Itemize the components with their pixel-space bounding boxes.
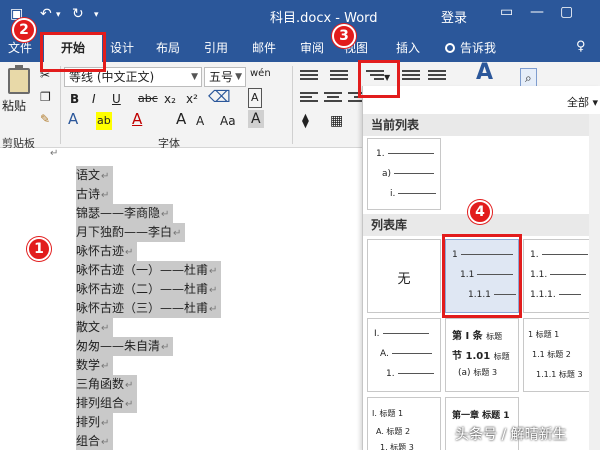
search-icon (445, 43, 455, 53)
undo-icon[interactable]: ↶ (40, 6, 52, 22)
title-bar: ▣ ↶ ▾ ↻ ▾ 科目.docx - Word 登录 ▭ — ▢ (0, 0, 600, 30)
styles-button[interactable]: A (476, 62, 493, 84)
tab-references[interactable]: 引用 (204, 39, 228, 56)
doc-line[interactable]: 排列↵ (76, 413, 114, 432)
list-none-tile[interactable]: 无 (367, 239, 441, 313)
annotation-badge-4: 4 (468, 200, 492, 224)
align-center-icon[interactable] (324, 92, 342, 106)
bullets-icon[interactable] (300, 70, 318, 84)
annotation-box-home-tab (40, 32, 106, 72)
list-heading-tile[interactable]: 1 标题 1 1.1 标题 2 1.1.1 标题 3 (523, 318, 597, 392)
copy-icon[interactable]: ❐ (40, 88, 51, 106)
doc-line[interactable]: 三角函数↵ (76, 375, 138, 394)
doc-line[interactable]: 语文↵ (76, 166, 114, 185)
maximize-icon[interactable]: ▢ (560, 4, 573, 20)
bold-button[interactable]: B (70, 90, 79, 108)
subscript-button[interactable]: x₂ (164, 90, 176, 108)
char-border-icon[interactable]: A (248, 88, 262, 108)
window-title: 科目.docx - Word (270, 11, 378, 26)
list-article-tile[interactable]: 第 I 条 标题 节 1.01 标题 (a) 标题 3 (445, 318, 519, 392)
annotation-badge-1: 1 (27, 237, 51, 261)
tab-design[interactable]: 设计 (110, 39, 134, 56)
divider (292, 66, 293, 144)
list-roman-tile[interactable]: I. A. 1. (367, 318, 441, 392)
redo-icon[interactable]: ↻ (72, 6, 84, 22)
undo-dropdown-icon[interactable]: ▾ (56, 10, 61, 20)
font-size-combo[interactable]: 五号 ▼ (204, 67, 246, 87)
doc-line[interactable]: 排列组合↵ (76, 394, 138, 413)
doc-line[interactable]: 散文↵ (76, 318, 114, 337)
find-icon[interactable]: ⌕ (520, 68, 537, 88)
underline-button[interactable]: U (112, 90, 121, 108)
text-effect-button[interactable]: A (68, 110, 78, 128)
doc-line[interactable]: 数学↵ (76, 356, 114, 375)
list-decimal-dot-tile[interactable]: 1. 1.1. 1.1.1. (523, 239, 597, 313)
doc-line[interactable]: 锦瑟——李商隐↵ (76, 204, 174, 223)
clipboard-icon (8, 65, 30, 94)
divider (60, 66, 61, 144)
customize-toolbar-icon[interactable]: ▾ (94, 10, 99, 20)
grow-font-button[interactable]: A (176, 110, 186, 128)
doc-line[interactable]: 组合↵ (76, 432, 114, 450)
doc-line[interactable]: 古诗↵ (76, 185, 114, 204)
annotation-box-list-tile (442, 234, 522, 318)
char-shading-button[interactable]: A (248, 110, 264, 128)
chevron-down-icon: ▼ (191, 72, 198, 82)
watermark: 头条号 / 解晴新生 (455, 427, 567, 443)
increase-indent-icon[interactable] (428, 70, 446, 84)
font-color-button[interactable]: A (132, 110, 142, 128)
phonetic-guide-button[interactable]: wén (250, 65, 271, 83)
panel-scrollbar[interactable] (589, 114, 600, 450)
doc-line[interactable]: 咏怀古迹（二）——杜甫↵ (76, 280, 222, 299)
list-heading-roman-tile[interactable]: I. 标题 1 A. 标题 2 1. 标题 3 (367, 397, 441, 450)
tab-review[interactable]: 审阅 (300, 39, 324, 56)
corner-mark: ↵ (50, 148, 59, 159)
tab-mailings[interactable]: 邮件 (252, 39, 276, 56)
ribbon-display-icon[interactable]: ▭ (500, 4, 513, 20)
doc-line[interactable]: 咏怀古迹↵ (76, 242, 138, 261)
annotation-box-multilevel-list (358, 60, 400, 98)
annotation-badge-3: 3 (332, 24, 356, 48)
numbering-icon[interactable] (330, 70, 348, 84)
annotation-badge-2: 2 (12, 18, 36, 42)
current-list-tile[interactable]: 1. a) i. (367, 138, 441, 210)
superscript-button[interactable]: x² (186, 90, 198, 108)
doc-line[interactable]: 匆匆——朱自清↵ (76, 337, 174, 356)
change-case-button[interactable]: Aa (220, 112, 236, 130)
italic-button[interactable]: I (92, 90, 96, 108)
highlight-button[interactable]: ab (96, 112, 112, 130)
doc-line[interactable]: 咏怀古迹（一）——杜甫↵ (76, 261, 222, 280)
clear-format-icon[interactable]: ⌫ (208, 88, 231, 106)
doc-line[interactable]: 咏怀古迹（三）——杜甫↵ (76, 299, 222, 318)
filter-dropdown[interactable]: 全部 ▾ (567, 94, 598, 110)
shading-icon[interactable]: ⧫ (302, 112, 309, 130)
tell-me-search[interactable]: 告诉我 (445, 39, 496, 56)
minimize-icon[interactable]: — (530, 4, 544, 20)
chevron-down-icon: ▼ (235, 72, 242, 82)
tab-insert[interactable]: 插入 (396, 39, 420, 56)
format-painter-icon[interactable]: ✎ (40, 110, 50, 128)
shrink-font-button[interactable]: A (196, 112, 204, 130)
current-list-header: 当前列表 (363, 114, 600, 136)
share-icon[interactable]: ♀ (576, 39, 586, 54)
login-button[interactable]: 登录 (441, 7, 467, 26)
paste-button[interactable]: 粘贴 (2, 65, 36, 114)
doc-line[interactable]: 月下独酌——李白↵ (76, 223, 186, 242)
tab-layout[interactable]: 布局 (156, 39, 180, 56)
align-left-icon[interactable] (300, 92, 318, 106)
decrease-indent-icon[interactable] (402, 70, 420, 84)
borders-icon[interactable]: ▦ (330, 112, 343, 130)
strikethrough-button[interactable]: abc (138, 90, 158, 108)
